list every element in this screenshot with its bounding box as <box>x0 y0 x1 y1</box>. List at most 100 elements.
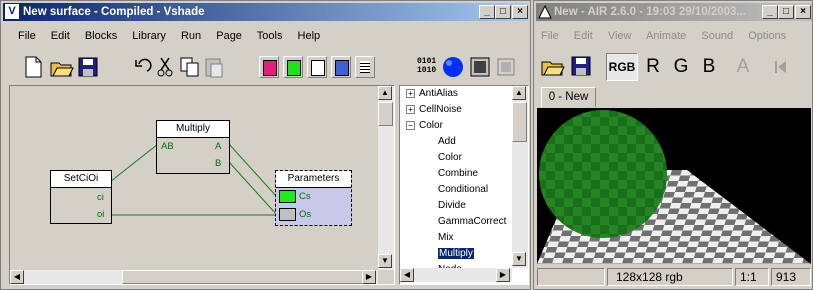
tree-item[interactable]: Combine <box>404 166 512 182</box>
channel-g-button[interactable]: G <box>670 53 692 81</box>
tree-item[interactable]: + CellNoise <box>404 102 512 118</box>
parameters-input-cs[interactable]: Cs <box>299 191 311 202</box>
status-zoom: 1:1 <box>735 268 769 286</box>
multiply-output-a[interactable]: A <box>215 141 221 152</box>
undo-icon[interactable] <box>131 57 153 77</box>
channel-b-button[interactable]: B <box>698 53 720 81</box>
menu-library[interactable]: Library <box>132 30 166 42</box>
multiply-output-b[interactable]: B <box>215 158 221 169</box>
menu-help[interactable]: Help <box>298 30 321 42</box>
tree-item[interactable]: GammaCorrect <box>404 214 512 230</box>
canvas-hscrollbar[interactable]: ◀ ▶ <box>10 270 378 284</box>
vshade-titlebar[interactable]: V New surface - Compiled - Vshade _ □ × <box>3 3 528 21</box>
multiply-node[interactable]: Multiply AB A B <box>156 120 230 174</box>
tree-item[interactable]: + AntiAlias <box>404 86 512 102</box>
air-menu-animate[interactable]: Animate <box>646 30 686 42</box>
air-save-icon[interactable] <box>570 55 592 77</box>
block-white-button[interactable] <box>307 56 327 78</box>
menu-edit[interactable]: Edit <box>51 30 70 42</box>
cs-color-swatch[interactable] <box>279 190 296 203</box>
scroll-left-arrow[interactable]: ◀ <box>10 270 24 284</box>
tree-item-label: CellNoise <box>419 104 462 115</box>
vshade-window-title: New surface - Compiled - Vshade <box>23 6 205 18</box>
setcioi-output-ci[interactable]: ci <box>97 192 104 203</box>
channel-a-button[interactable]: A <box>732 53 754 81</box>
air-maximize-button[interactable]: □ <box>778 5 794 19</box>
expand-icon[interactable]: + <box>406 88 415 98</box>
menu-file[interactable]: File <box>18 30 36 42</box>
air-menu-options[interactable]: Options <box>748 30 786 42</box>
stop-icon[interactable] <box>495 56 517 78</box>
multiply-node-title: Multiply <box>157 121 229 138</box>
save-icon[interactable] <box>77 56 99 78</box>
tree-scroll-down-arrow[interactable]: ▼ <box>512 252 526 266</box>
tree-item-label: GammaCorrect <box>438 216 507 227</box>
tree-item[interactable]: Multiply <box>404 246 512 262</box>
scroll-thumb[interactable] <box>378 102 393 126</box>
tree-item[interactable]: Color <box>404 150 512 166</box>
os-color-swatch[interactable] <box>279 208 296 221</box>
block-red-button[interactable] <box>259 56 279 78</box>
grid-icon[interactable] <box>355 56 375 78</box>
new-document-icon[interactable] <box>23 55 43 79</box>
tree-vscrollbar[interactable]: ▲ ▼ <box>512 86 528 268</box>
tree-scroll-right-arrow[interactable]: ▶ <box>496 268 510 282</box>
tree-item[interactable]: Divide <box>404 198 512 214</box>
hscroll-thumb[interactable] <box>122 270 372 284</box>
channel-rgb-button[interactable]: RGB <box>606 53 638 81</box>
paste-icon[interactable] <box>203 56 225 78</box>
open-folder-icon[interactable] <box>49 56 75 78</box>
parameters-node[interactable]: Parameters Cs Os <box>275 170 352 226</box>
tree-item[interactable]: Mix <box>404 230 512 246</box>
menu-run[interactable]: Run <box>181 30 201 42</box>
status-blank <box>537 268 605 286</box>
copy-icon[interactable] <box>179 56 201 78</box>
tree-item[interactable]: − Color <box>404 118 512 134</box>
tree-scroll-thumb[interactable] <box>512 102 527 142</box>
minimize-button[interactable]: _ <box>479 5 495 19</box>
tree-scroll-up-arrow[interactable]: ▲ <box>512 86 526 100</box>
block-blue-button[interactable] <box>331 56 351 78</box>
menu-tools[interactable]: Tools <box>257 30 283 42</box>
scroll-right-arrow[interactable]: ▶ <box>362 270 376 284</box>
render-image <box>537 110 811 264</box>
air-menu-edit[interactable]: Edit <box>574 30 593 42</box>
air-open-folder-icon[interactable] <box>540 55 566 77</box>
setcioi-output-oi[interactable]: oi <box>97 209 104 220</box>
binary-icon[interactable]: 0101 1010 <box>417 57 439 77</box>
tree-hscrollbar[interactable]: ◀ ▶ <box>400 268 512 282</box>
tree-item[interactable]: Add <box>404 134 512 150</box>
collapse-icon[interactable]: − <box>406 120 415 130</box>
canvas-vscrollbar[interactable]: ▲ ▼ <box>378 86 394 270</box>
vshade-window: V New surface - Compiled - Vshade _ □ × … <box>0 0 531 290</box>
air-close-button[interactable]: × <box>795 5 811 19</box>
parameters-input-os[interactable]: Os <box>299 209 311 220</box>
scroll-up-arrow[interactable]: ▲ <box>378 86 392 100</box>
tree-item[interactable]: Conditional <box>404 182 512 198</box>
graph-canvas[interactable]: Multiply AB A B SetCiOi ci oi Parameters… <box>9 85 395 285</box>
air-minimize-button[interactable]: _ <box>762 5 778 19</box>
scroll-down-arrow[interactable]: ▼ <box>378 254 392 268</box>
cut-icon[interactable] <box>155 56 175 78</box>
multiply-input-ab[interactable]: AB <box>161 141 174 152</box>
render-sphere-icon[interactable] <box>441 55 465 79</box>
air-menubar: File Edit View Animate Sound Options <box>541 30 811 46</box>
air-titlebar[interactable]: New - AIR 2.6.0 - 19:03 29/10/2003... _ … <box>536 3 812 21</box>
air-menu-file[interactable]: File <box>541 30 559 42</box>
tree-item-label: Multiply <box>438 248 474 259</box>
air-menu-sound[interactable]: Sound <box>701 30 733 42</box>
tree-scroll-left-arrow[interactable]: ◀ <box>400 268 414 282</box>
channel-r-button[interactable]: R <box>642 53 664 81</box>
image-tab[interactable]: 0 - New <box>541 87 596 107</box>
library-tree[interactable]: + AntiAlias + CellNoise − Color Add Color Combin… <box>399 85 529 285</box>
expand-icon[interactable]: + <box>406 104 415 114</box>
block-green-button[interactable] <box>283 56 303 78</box>
setcioi-node[interactable]: SetCiOi ci oi <box>50 170 112 224</box>
menu-page[interactable]: Page <box>216 30 242 42</box>
close-button[interactable]: × <box>512 5 528 19</box>
skip-to-start-icon[interactable] <box>772 59 790 75</box>
properties-icon[interactable] <box>469 56 491 78</box>
air-menu-view[interactable]: View <box>608 30 632 42</box>
menu-blocks[interactable]: Blocks <box>85 30 117 42</box>
maximize-button[interactable]: □ <box>495 5 511 19</box>
